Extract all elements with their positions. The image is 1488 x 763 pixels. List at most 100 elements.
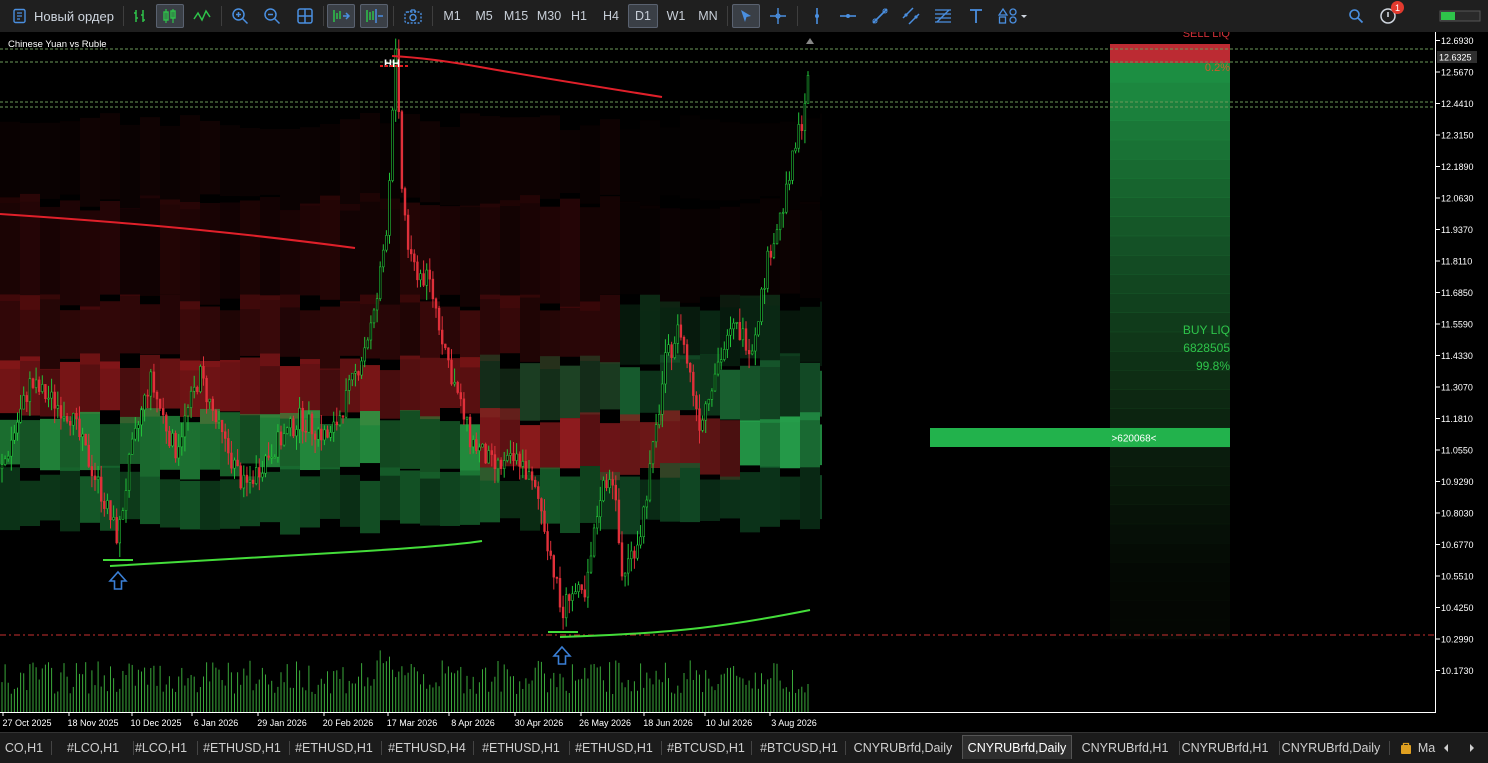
- timeframe-d1-button[interactable]: D1: [628, 4, 658, 28]
- chart-tab[interactable]: #BTCUSD,H1: [756, 736, 842, 760]
- candle-body: [438, 308, 440, 330]
- crosshair-tool-button[interactable]: [766, 4, 790, 28]
- date-tick-label: 3 Aug 2026: [771, 718, 817, 728]
- zoom-out-button[interactable]: [260, 4, 284, 28]
- heatmap-cell: [400, 295, 420, 360]
- heatmap-cell: [180, 422, 200, 479]
- chart-tab[interactable]: #LCO,H1: [56, 736, 130, 760]
- tile-windows-button[interactable]: [293, 4, 317, 28]
- candle-body: [807, 75, 809, 103]
- candle-body: [630, 551, 632, 559]
- shapes-menu-button[interactable]: [995, 4, 1031, 28]
- text-tool-button[interactable]: [964, 4, 988, 28]
- heatmap-cell: [580, 207, 600, 311]
- candle-body: [519, 454, 521, 466]
- buy-zone-band: [1110, 505, 1230, 525]
- chart-tab[interactable]: CNYRUBrfd,Daily: [1276, 736, 1386, 760]
- buy-zone-band: [1110, 485, 1230, 505]
- candle-body: [674, 343, 676, 357]
- chart-shift-button[interactable]: [360, 4, 388, 28]
- timeframe-h1-button[interactable]: H1: [565, 4, 593, 28]
- timeframe-m15-button[interactable]: M15: [500, 4, 532, 28]
- tabs-scroll-right-button[interactable]: [1466, 739, 1480, 757]
- candle-body: [723, 349, 725, 359]
- bar-chart-button[interactable]: [128, 4, 152, 28]
- candle-body: [754, 335, 756, 351]
- heatmap-cell: [440, 421, 460, 469]
- candle-body: [720, 360, 722, 362]
- heatmap-cell: [340, 301, 360, 355]
- candle-body: [48, 398, 50, 399]
- zoom-in-button[interactable]: [228, 4, 252, 28]
- candlestick-chart-button[interactable]: [156, 4, 184, 28]
- chart-tab[interactable]: CNYRUBrfd,Daily: [962, 735, 1072, 759]
- price-tick-label: 10.5510: [1441, 572, 1474, 582]
- candle-body: [668, 345, 670, 353]
- chart-tab[interactable]: #ETHUSD,H1: [570, 736, 658, 760]
- candle-body: [572, 594, 574, 601]
- chart-tab[interactable]: Ma: [1396, 736, 1438, 760]
- heatmap-cell: [400, 410, 420, 469]
- candle-body: [156, 392, 158, 399]
- chart-tab[interactable]: #ETHUSD,H1: [290, 736, 378, 760]
- candle-body: [280, 432, 282, 445]
- fibonacci-button[interactable]: [930, 4, 956, 28]
- heatmap-cell: [0, 122, 20, 203]
- chart-window[interactable]: >620068<SELL LIQ0.2%BUY LIQ682850599.8% …: [0, 32, 1488, 732]
- price-tick-label: 11.8110: [1441, 257, 1472, 267]
- chart-tab[interactable]: #LCO,H1: [128, 736, 194, 760]
- candle-body: [389, 181, 391, 236]
- candle-body: [469, 417, 471, 447]
- heatmap-cell: [220, 479, 240, 528]
- screenshot-button[interactable]: [400, 4, 426, 28]
- heatmap-cell: [120, 368, 140, 423]
- chart-tab[interactable]: CNYRUBrfd,H1: [1174, 736, 1276, 760]
- heatmap-cell: [40, 475, 60, 521]
- candle-body: [17, 422, 19, 433]
- notifications-button[interactable]: 1: [1374, 4, 1402, 28]
- trend-line-button[interactable]: [868, 4, 892, 28]
- chart-tab[interactable]: CNYRUBrfd,Daily: [846, 736, 960, 760]
- candle-body: [14, 433, 16, 440]
- signal-strength-indicator[interactable]: [1438, 4, 1482, 28]
- candle-body: [627, 559, 629, 573]
- market-bag-icon: [1399, 741, 1413, 755]
- channel-button[interactable]: [899, 4, 923, 28]
- cursor-tool-button[interactable]: [732, 4, 760, 28]
- buy-zone-band: [1110, 543, 1230, 563]
- chart-tab[interactable]: #ETHUSD,H1: [476, 736, 566, 760]
- heatmap-cell: [800, 307, 820, 362]
- search-button[interactable]: [1344, 4, 1368, 28]
- candle-body: [432, 279, 434, 299]
- timeframe-m30-button[interactable]: M30: [533, 4, 565, 28]
- candle-body: [624, 573, 626, 576]
- chart-tab[interactable]: CO,H1: [0, 736, 48, 760]
- price-chart[interactable]: >620068<SELL LIQ0.2%BUY LIQ682850599.8% …: [0, 32, 1488, 732]
- chart-tab[interactable]: #ETHUSD,H4: [384, 736, 470, 760]
- candle-body: [575, 592, 577, 594]
- price-tick-label: 10.4250: [1441, 603, 1474, 613]
- chart-tab[interactable]: CNYRUBrfd,H1: [1074, 736, 1176, 760]
- new-order-button[interactable]: Новый ордер: [8, 4, 118, 28]
- line-chart-button[interactable]: [190, 4, 214, 28]
- candle-body: [466, 417, 468, 419]
- candle-body: [342, 416, 344, 417]
- timeframe-m5-button[interactable]: M5: [469, 4, 499, 28]
- date-tick-label: 6 Jan 2026: [194, 718, 239, 728]
- chart-tab[interactable]: #BTCUSD,H1: [664, 736, 748, 760]
- price-tick-label: 10.2990: [1441, 635, 1474, 645]
- candle-body: [240, 466, 242, 488]
- timeframe-mn-button[interactable]: MN: [693, 4, 723, 28]
- timeframe-w1-button[interactable]: W1: [661, 4, 691, 28]
- vertical-line-button[interactable]: [805, 4, 829, 28]
- candle-body: [494, 455, 496, 469]
- tabs-scroll-left-button[interactable]: [1440, 739, 1454, 757]
- chart-tab[interactable]: #ETHUSD,H1: [198, 736, 286, 760]
- autoscroll-button[interactable]: [327, 4, 355, 28]
- candle-body: [776, 230, 778, 244]
- candle-body: [534, 480, 536, 486]
- timeframe-h4-button[interactable]: H4: [597, 4, 625, 28]
- timeframe-m1-button[interactable]: M1: [437, 4, 467, 28]
- heatmap-cell: [380, 467, 400, 520]
- horizontal-line-button[interactable]: [836, 4, 860, 28]
